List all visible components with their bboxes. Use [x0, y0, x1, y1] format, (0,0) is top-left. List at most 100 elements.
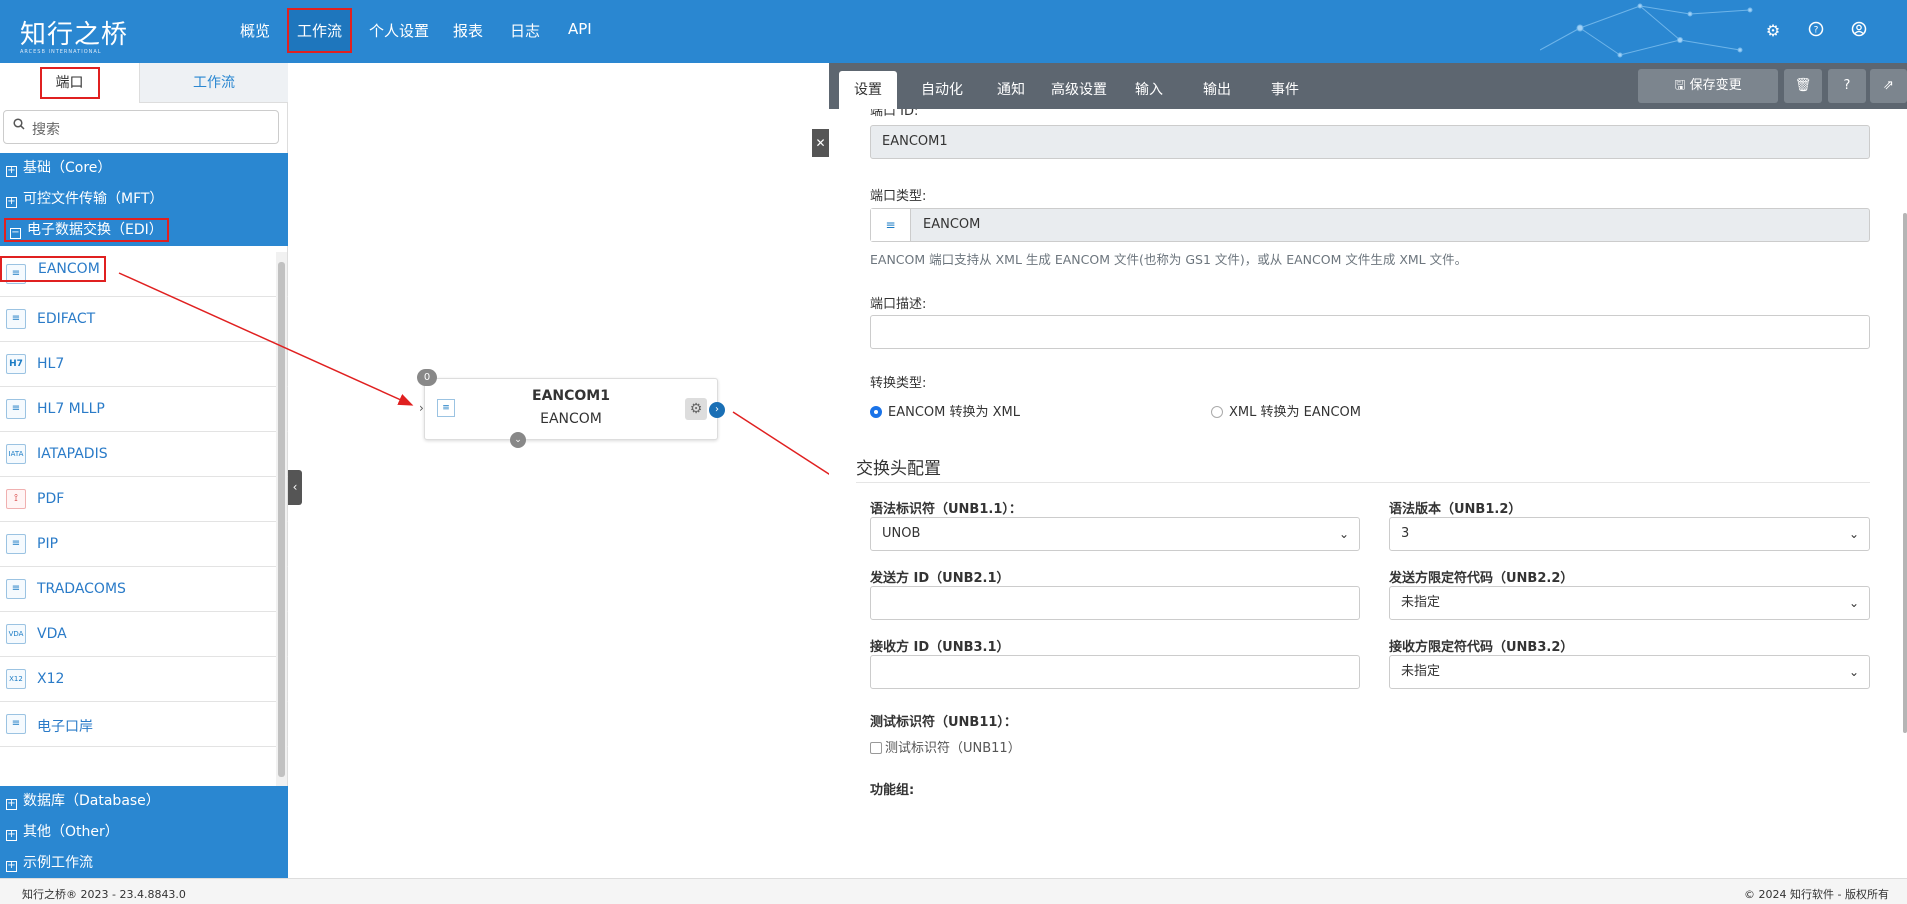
footer-copyright: © 2024 知行软件 - 版权所有 — [1744, 888, 1889, 901]
tab-settings[interactable]: 设置 — [839, 71, 897, 109]
section-divider — [856, 482, 1870, 483]
section-title: 交换头配置 — [856, 459, 941, 479]
list-scrollbar[interactable] — [276, 252, 287, 786]
list-item-label: 电子口岸 — [37, 719, 93, 735]
radio-label: XML 转换为 EANCOM — [1229, 405, 1361, 420]
tab-workflows[interactable]: 工作流 — [140, 63, 288, 103]
port-type-label: 端口类型: — [870, 189, 927, 204]
nav-reports[interactable]: 报表 — [453, 20, 483, 41]
vda-icon: VDA — [6, 624, 26, 644]
list-item-pdf[interactable]: ⟟ PDF — [0, 477, 288, 522]
category-sample-workflows[interactable]: + 示例工作流 — [0, 848, 288, 878]
save-label: 保存变更 — [1689, 78, 1742, 93]
category-other[interactable]: + 其他（Other） — [0, 817, 288, 848]
radio-eancom-to-xml[interactable]: EANCOM 转换为 XML — [870, 401, 1020, 420]
syntax-version-select[interactable]: 3 ⌄ — [1389, 517, 1870, 551]
popout-button[interactable]: ⇗ — [1870, 69, 1907, 103]
search-box[interactable]: 搜索 — [3, 110, 279, 144]
pip-icon: ≡ — [6, 534, 26, 554]
radio-dot-checked — [870, 406, 882, 418]
nav-logs[interactable]: 日志 — [510, 20, 540, 41]
node-count-badge: 0 — [417, 369, 437, 386]
list-item-label: IATAPADIS — [37, 446, 108, 462]
receiver-id-field[interactable] — [870, 655, 1360, 689]
nav-overview[interactable]: 概览 — [240, 20, 270, 41]
panel-tabs: 设置 自动化 通知 高级设置 输入 输出 事件 🖫 保存变更 🗑 ? ⇗ — [829, 63, 1907, 109]
help-button[interactable]: ? — [1828, 69, 1866, 103]
collapse-sidebar-button[interactable]: ‹ — [288, 470, 302, 505]
category-core[interactable]: + 基础（Core） — [0, 153, 288, 184]
node-title: EANCOM1 — [532, 388, 610, 404]
sender-qualifier-select[interactable]: 未指定 ⌄ — [1389, 586, 1870, 620]
list-item-iatapadis[interactable]: IATA IATAPADIS — [0, 432, 288, 477]
select-value: 未指定 — [1401, 664, 1441, 679]
sender-id-field[interactable] — [870, 586, 1360, 620]
save-icon: 🖫 — [1674, 78, 1690, 93]
input-connector-icon[interactable]: › — [419, 401, 424, 415]
port-id-label: 端口 ID: — [870, 109, 919, 119]
scrollbar-thumb[interactable] — [278, 262, 285, 777]
nav-api[interactable]: API — [568, 20, 592, 38]
port-node[interactable]: 0 › ≡ EANCOM1 EANCOM ⚙ › ⌄ — [417, 369, 725, 448]
tab-input[interactable]: 输入 — [1127, 71, 1171, 109]
receiver-qualifier-select[interactable]: 未指定 ⌄ — [1389, 655, 1870, 689]
tab-output[interactable]: 输出 — [1195, 71, 1239, 109]
delete-button[interactable]: 🗑 — [1784, 69, 1822, 103]
expand-plus-icon: + — [6, 165, 17, 177]
tab-ports[interactable]: 端口 — [0, 63, 140, 103]
checkbox-label: 测试标识符（UNB11） — [885, 741, 1021, 756]
select-value: 未指定 — [1401, 595, 1441, 610]
output-connector-icon[interactable]: › — [709, 402, 725, 418]
tab-notifications[interactable]: 通知 — [989, 71, 1033, 109]
list-item-eancom[interactable]: ≡ EANCOM — [0, 252, 288, 297]
list-item-pip[interactable]: ≡ PIP — [0, 522, 288, 567]
list-item-hl7[interactable]: H7 HL7 — [0, 342, 288, 387]
tab-automation[interactable]: 自动化 — [909, 71, 975, 109]
nav-profile-settings[interactable]: 个人设置 — [369, 20, 429, 41]
list-item-e-port[interactable]: ≡ 电子口岸 — [0, 702, 288, 747]
node-subtitle: EANCOM — [540, 411, 602, 427]
category-mft[interactable]: + 可控文件传输（MFT） — [0, 184, 288, 215]
save-changes-button[interactable]: 🖫 保存变更 — [1638, 69, 1778, 103]
panel-scrollbar[interactable] — [1903, 213, 1907, 733]
list-item-vda[interactable]: VDA VDA — [0, 612, 288, 657]
user-account-icon[interactable] — [1849, 21, 1869, 41]
syntax-id-select[interactable]: UNOB ⌄ — [870, 517, 1360, 551]
syntax-version-label: 语法版本（UNB1.2） — [1389, 502, 1522, 517]
port-id-field[interactable]: EANCOM1 — [870, 125, 1870, 159]
list-item-edifact[interactable]: ≡ EDIFACT — [0, 297, 288, 342]
list-item-label: EANCOM — [0, 256, 106, 282]
settings-gear-icon[interactable]: ⚙ — [1763, 21, 1783, 41]
tab-advanced[interactable]: 高级设置 — [1047, 71, 1111, 109]
node-settings-gear-icon[interactable]: ⚙ — [685, 398, 707, 420]
close-panel-button[interactable]: ✕ — [812, 129, 829, 157]
category-database[interactable]: + 数据库（Database） — [0, 786, 288, 817]
list-item-hl7-mllp[interactable]: ≡ HL7 MLLP — [0, 387, 288, 432]
receiver-qualifier-label: 接收方限定符代码（UNB3.2） — [1389, 640, 1574, 655]
port-desc-textarea[interactable] — [870, 315, 1870, 349]
test-indicator-checkbox[interactable]: 测试标识符（UNB11） — [870, 737, 1021, 756]
select-value: 3 — [1401, 526, 1410, 541]
category-label: 其他（Other） — [23, 824, 119, 840]
syntax-id-label: 语法标识符（UNB1.1）： — [870, 502, 1022, 517]
radio-xml-to-eancom[interactable]: XML 转换为 EANCOM — [1211, 401, 1361, 420]
port-config-panel: 设置 自动化 通知 高级设置 输入 输出 事件 🖫 保存变更 🗑 ? ⇗ 端口 … — [829, 63, 1907, 878]
list-item-x12[interactable]: X12 X12 — [0, 657, 288, 702]
chevron-down-icon: ⌄ — [1848, 596, 1859, 610]
app-logo[interactable]: 知行之桥 ARCESB INTERNATIONAL — [20, 14, 128, 55]
help-icon[interactable]: ? — [1806, 21, 1826, 41]
test-indicator-label: 测试标识符（UNB11）： — [870, 715, 1017, 730]
tab-events[interactable]: 事件 — [1263, 71, 1307, 109]
port-type-field: ≡ EANCOM — [870, 208, 1870, 242]
edi-port-list: ≡ EANCOM ≡ EDIFACT H7 HL7 ≡ HL7 MLLP IATA IAT… — [0, 252, 288, 786]
chevron-down-icon[interactable]: ⌄ — [510, 432, 526, 448]
category-label: 电子数据交换（EDI） — [27, 222, 163, 238]
e-port-icon: ≡ — [6, 714, 26, 734]
workflow-canvas[interactable] — [288, 63, 829, 878]
list-item-label: HL7 MLLP — [37, 401, 105, 417]
expand-plus-icon: + — [6, 860, 17, 872]
nav-workflow[interactable]: 工作流 — [286, 8, 353, 53]
category-edi[interactable]: − 电子数据交换（EDI） — [0, 215, 288, 246]
list-item-label: PIP — [37, 536, 59, 552]
list-item-tradacoms[interactable]: ≡ TRADACOMS — [0, 567, 288, 612]
